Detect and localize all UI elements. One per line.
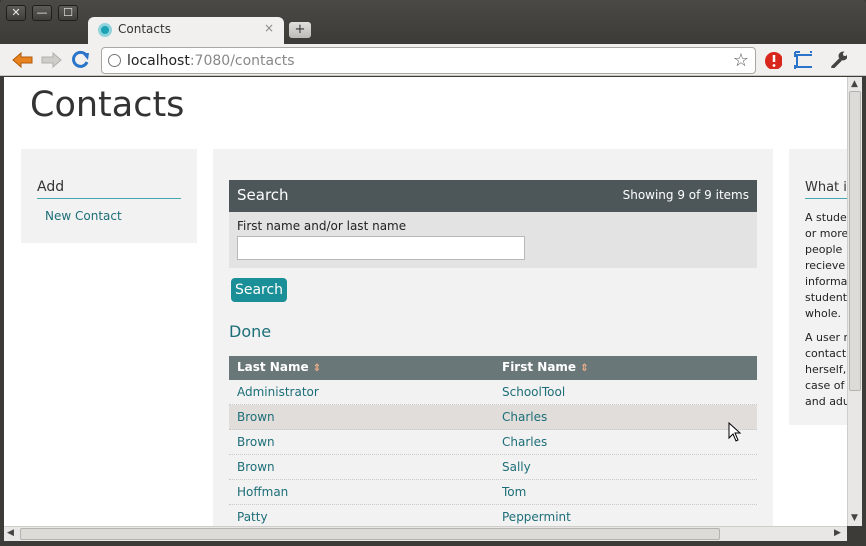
last-name-link[interactable]: Administrator: [237, 385, 319, 399]
name-search-input[interactable]: [237, 236, 525, 260]
scroll-right-icon[interactable]: ▶: [834, 528, 841, 538]
scroll-down-icon[interactable]: ▼: [851, 513, 858, 523]
info-text: informa: [805, 275, 847, 288]
first-name-link[interactable]: Charles: [502, 435, 547, 449]
last-name-link[interactable]: Brown: [237, 435, 275, 449]
title-bar: ✕ — ☐ Contacts × +: [0, 0, 866, 44]
info-text: recieve: [805, 259, 846, 272]
tab-close-icon[interactable]: ×: [264, 21, 274, 35]
maximize-window-button[interactable]: ☐: [58, 5, 78, 21]
main-content: Search Showing 9 of 9 items First name a…: [213, 149, 773, 526]
info-text: and adu: [805, 395, 847, 408]
browser-window: ✕ — ☐ Contacts × + localhost:7080/contac…: [0, 0, 866, 546]
item-count: Showing 9 of 9 items: [622, 188, 749, 202]
vertical-scrollbar[interactable]: ▲ ▼: [847, 77, 862, 526]
info-text: people: [805, 243, 843, 256]
first-name-link[interactable]: Peppermint: [502, 510, 571, 524]
table-row: Brown Charles: [229, 405, 757, 430]
vertical-scroll-thumb[interactable]: [849, 91, 861, 391]
new-contact-link[interactable]: New Contact: [45, 209, 122, 223]
first-name-link[interactable]: Tom: [502, 485, 526, 499]
reload-icon[interactable]: [71, 50, 91, 70]
table-row: Administrator SchoolTool: [229, 380, 757, 405]
url-text[interactable]: localhost:7080/contacts: [127, 53, 295, 69]
scroll-left-icon[interactable]: ◀: [7, 528, 14, 538]
table-header: Last Name ⇕ First Name ⇕: [229, 356, 757, 380]
browser-toolbar: localhost:7080/contacts ☆: [0, 44, 866, 76]
info-text: A stude: [805, 211, 847, 224]
bookmark-star-icon[interactable]: ☆: [733, 50, 749, 71]
last-name-link[interactable]: Hoffman: [237, 485, 288, 499]
horizontal-scroll-thumb[interactable]: [20, 528, 720, 540]
info-panel: What i A stude or more people recieve in…: [789, 149, 847, 425]
search-heading: Search: [237, 186, 289, 204]
info-text: student: [805, 291, 847, 304]
table-row: Patty Peppermint: [229, 505, 757, 526]
info-text: contact: [805, 347, 847, 360]
sort-icon: ⇕: [312, 363, 322, 374]
last-name-link[interactable]: Brown: [237, 460, 275, 474]
info-text: or more: [805, 227, 847, 240]
add-sidebar: Add New Contact: [21, 149, 197, 243]
table-row: Brown Sally: [229, 455, 757, 480]
fullscreen-icon[interactable]: [794, 51, 812, 69]
minimize-window-button[interactable]: —: [32, 5, 52, 21]
search-header: Search Showing 9 of 9 items: [229, 180, 757, 212]
contacts-table: Last Name ⇕ First Name ⇕ Administrator S…: [229, 356, 757, 526]
forward-icon[interactable]: [41, 52, 63, 68]
horizontal-scrollbar[interactable]: ◀ ▶: [4, 526, 847, 541]
info-text: A user r: [805, 331, 847, 344]
info-heading: What i: [805, 180, 847, 199]
table-row: Brown Charles: [229, 430, 757, 455]
last-name-link[interactable]: Brown: [237, 410, 275, 424]
info-text: whole.: [805, 307, 842, 320]
mouse-cursor-icon: [728, 422, 742, 442]
first-name-column-header[interactable]: First Name ⇕: [502, 360, 589, 374]
last-name-column-header[interactable]: Last Name ⇕: [237, 360, 321, 374]
back-icon[interactable]: [11, 52, 33, 68]
last-name-link[interactable]: Patty: [237, 510, 268, 524]
close-window-button[interactable]: ✕: [6, 5, 26, 21]
wrench-icon[interactable]: [829, 50, 847, 68]
new-tab-button[interactable]: +: [289, 22, 311, 38]
info-text: case of: [805, 379, 845, 392]
sidebar-heading: Add: [37, 179, 181, 199]
page-title: Contacts: [30, 85, 185, 125]
done-link[interactable]: Done: [229, 322, 271, 341]
first-name-link[interactable]: Sally: [502, 460, 531, 474]
browser-tab[interactable]: Contacts ×: [88, 17, 284, 44]
schooltool-icon: [98, 23, 112, 37]
tab-title: Contacts: [118, 22, 171, 36]
search-button[interactable]: Search: [231, 278, 287, 302]
sort-icon: ⇕: [580, 363, 589, 374]
scroll-up-icon[interactable]: ▲: [851, 79, 858, 89]
search-form: First name and/or last name: [229, 212, 757, 268]
globe-icon: [108, 54, 121, 67]
page-viewport: Contacts Add New Contact Search Showing …: [4, 77, 847, 526]
name-field-label: First name and/or last name: [237, 219, 407, 233]
first-name-link[interactable]: Charles: [502, 410, 547, 424]
info-text: herself,: [805, 363, 847, 376]
address-bar[interactable]: localhost:7080/contacts ☆: [101, 47, 756, 74]
adblock-icon[interactable]: [764, 51, 782, 69]
first-name-link[interactable]: SchoolTool: [502, 385, 565, 399]
table-row: Hoffman Tom: [229, 480, 757, 505]
